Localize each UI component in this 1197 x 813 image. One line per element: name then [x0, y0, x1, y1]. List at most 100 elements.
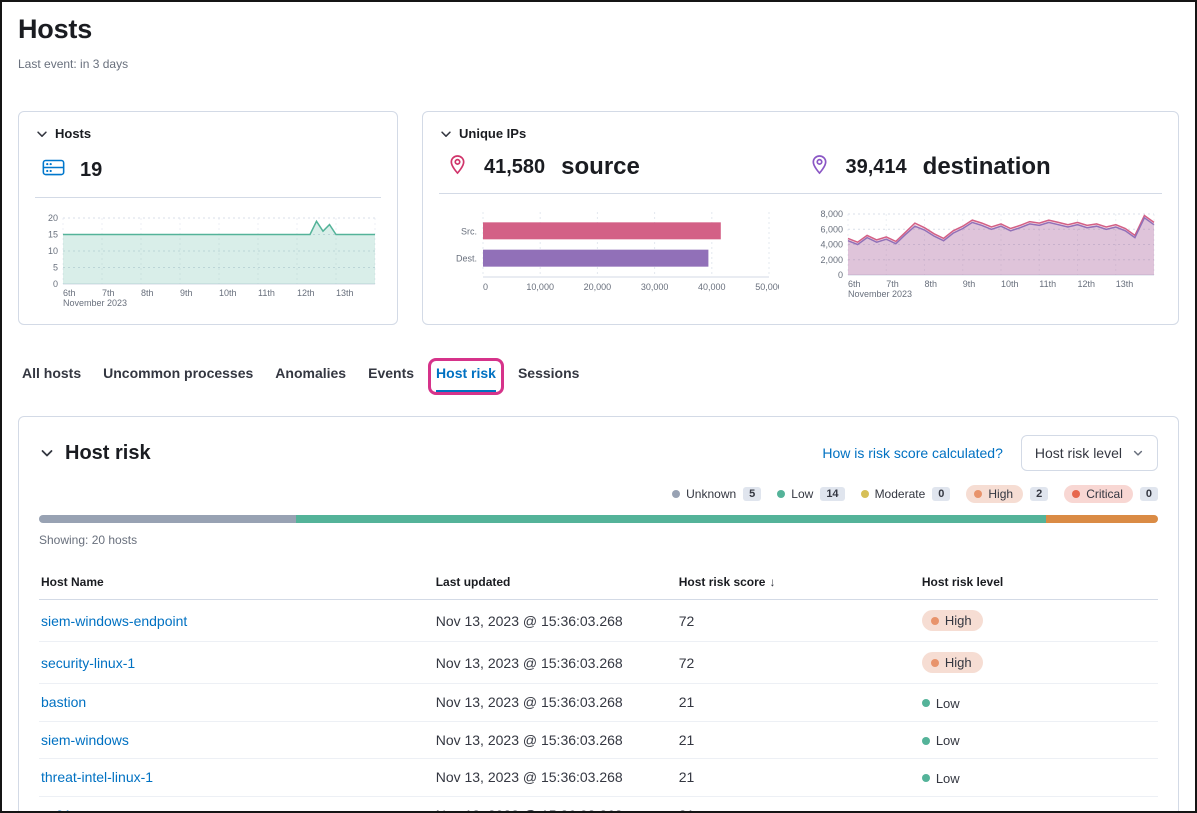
risk-level-dot-icon [922, 774, 930, 782]
last-updated-cell: Nov 13, 2023 @ 15:36:03.268 [436, 655, 679, 671]
legend-count-badge: 2 [1030, 487, 1048, 501]
source-label: source [561, 153, 640, 181]
destination-pin-icon [809, 154, 830, 180]
hosts-panel: Hosts 19 051015206th7th8th9th10th11th12t [18, 111, 398, 325]
host-link[interactable]: bastion [41, 694, 86, 710]
svg-text:6,000: 6,000 [820, 224, 843, 234]
svg-text:8th: 8th [925, 279, 938, 289]
legend-item: High 2 [966, 485, 1048, 503]
svg-text:4,000: 4,000 [820, 240, 843, 250]
unique-ips-area-chart: 02,0004,0006,0008,0006th7th8th9th10th11t… [810, 206, 1162, 301]
svg-text:8th: 8th [141, 288, 154, 298]
risk-level-dot-icon [922, 699, 930, 707]
kpi-row: Hosts 19 051015206th7th8th9th10th11th12t [18, 111, 1179, 325]
legend-count-badge: 5 [743, 487, 761, 501]
column-header-last-updated[interactable]: Last updated [436, 575, 679, 589]
page-title: Hosts [18, 14, 1179, 45]
svg-text:10,000: 10,000 [526, 282, 554, 292]
legend-dot-icon [672, 490, 680, 498]
risk-score-cell: 21 [679, 769, 922, 785]
app-window: Hosts Last event: in 3 days Hosts [0, 0, 1197, 813]
last-updated-cell: Nov 13, 2023 @ 15:36:03.268 [436, 694, 679, 710]
sort-descending-icon: ↓ [769, 575, 775, 589]
svg-text:10th: 10th [219, 288, 237, 298]
host-risk-level-filter-button[interactable]: Host risk level [1021, 435, 1158, 471]
svg-text:Dest.: Dest. [456, 254, 477, 264]
host-link[interactable]: security-linux-1 [41, 655, 135, 671]
host-risk-table: Host Name Last updated Host risk score ↓… [39, 569, 1158, 813]
host-link[interactable]: siem-windows [41, 732, 129, 748]
tab-sessions[interactable]: Sessions [518, 365, 579, 392]
showing-count-text: Showing: 20 hosts [39, 533, 1158, 547]
storage-icon [41, 155, 66, 185]
distribution-segment [296, 515, 1046, 523]
svg-text:6th: 6th [63, 288, 76, 298]
chevron-down-icon[interactable] [39, 445, 55, 461]
legend-count-badge: 0 [1140, 487, 1158, 501]
risk-score-cell: 72 [679, 613, 922, 629]
svg-text:8,000: 8,000 [820, 209, 843, 219]
risk-level-cell: Low [922, 807, 1156, 813]
legend-item: Unknown 5 [672, 487, 761, 501]
last-updated-cell: Nov 13, 2023 @ 15:36:03.268 [436, 807, 679, 813]
filter-button-label: Host risk level [1035, 445, 1122, 461]
svg-text:13th: 13th [1116, 279, 1134, 289]
svg-text:20: 20 [48, 213, 58, 223]
page-header: Hosts Last event: in 3 days [18, 14, 1179, 71]
tabs: All hosts Uncommon processes Anomalies Even… [18, 359, 1179, 392]
risk-level-dot-icon [931, 617, 939, 625]
tab-events[interactable]: Events [368, 365, 414, 392]
risk-level-cell: High [922, 652, 1156, 673]
svg-text:15: 15 [48, 230, 58, 240]
svg-text:6th: 6th [848, 279, 861, 289]
legend-dot-icon [974, 490, 982, 498]
legend-dot-icon [777, 490, 785, 498]
legend-count-badge: 0 [932, 487, 950, 501]
legend-item: Low 14 [777, 487, 844, 501]
chevron-down-icon[interactable] [35, 127, 49, 141]
host-link[interactable]: siem-windows-endpoint [41, 613, 187, 629]
distribution-segment [39, 515, 296, 523]
table-row: bastion Nov 13, 2023 @ 15:36:03.268 21 L… [39, 684, 1158, 722]
destination-kpi: 39,414 destination [801, 153, 1163, 181]
svg-text:0: 0 [53, 279, 58, 289]
unique-ips-panel: Unique IPs 41,580 source [422, 111, 1179, 325]
table-row: es01 Nov 13, 2023 @ 15:36:03.268 21 Low [39, 797, 1158, 813]
legend-dot-icon [861, 490, 869, 498]
risk-distribution-bar [39, 515, 1158, 523]
risk-score-cell: 21 [679, 807, 922, 813]
host-link[interactable]: threat-intel-linux-1 [41, 769, 153, 785]
tab-anomalies[interactable]: Anomalies [275, 365, 346, 392]
svg-text:7th: 7th [102, 288, 115, 298]
hosts-area-chart: 051015206th7th8th9th10th11th12th13thNove… [35, 210, 383, 310]
svg-text:13th: 13th [336, 288, 354, 298]
column-header-host-risk-level[interactable]: Host risk level [922, 575, 1156, 589]
chevron-down-icon[interactable] [439, 127, 453, 141]
last-event-text: Last event: in 3 days [18, 57, 1179, 71]
source-pin-icon [447, 154, 468, 180]
svg-text:5: 5 [53, 263, 58, 273]
svg-text:Src.: Src. [461, 226, 477, 236]
column-header-host-name[interactable]: Host Name [41, 575, 436, 589]
host-risk-panel: Host risk How is risk score calculated? … [18, 416, 1179, 813]
svg-text:November 2023: November 2023 [63, 298, 127, 308]
svg-text:0: 0 [483, 282, 488, 292]
tab-all-hosts[interactable]: All hosts [22, 365, 81, 392]
tab-uncommon-processes[interactable]: Uncommon processes [103, 365, 253, 392]
risk-score-help-link[interactable]: How is risk score calculated? [822, 445, 1003, 461]
risk-level-cell: High [922, 610, 1156, 631]
destination-ip-count: 39,414 [846, 156, 907, 179]
unique-ips-panel-title: Unique IPs [459, 126, 526, 141]
source-ip-count: 41,580 [484, 156, 545, 179]
risk-score-cell: 21 [679, 694, 922, 710]
column-header-host-risk-score[interactable]: Host risk score ↓ [679, 575, 922, 589]
svg-text:2,000: 2,000 [820, 255, 843, 265]
host-link[interactable]: es01 [41, 807, 71, 813]
svg-text:12th: 12th [297, 288, 315, 298]
risk-level-dot-icon [931, 659, 939, 667]
tab-host-risk[interactable]: Host risk [436, 365, 496, 392]
svg-text:11th: 11th [258, 288, 275, 298]
last-updated-cell: Nov 13, 2023 @ 15:36:03.268 [436, 732, 679, 748]
svg-text:7th: 7th [886, 279, 899, 289]
distribution-segment [1046, 515, 1158, 523]
